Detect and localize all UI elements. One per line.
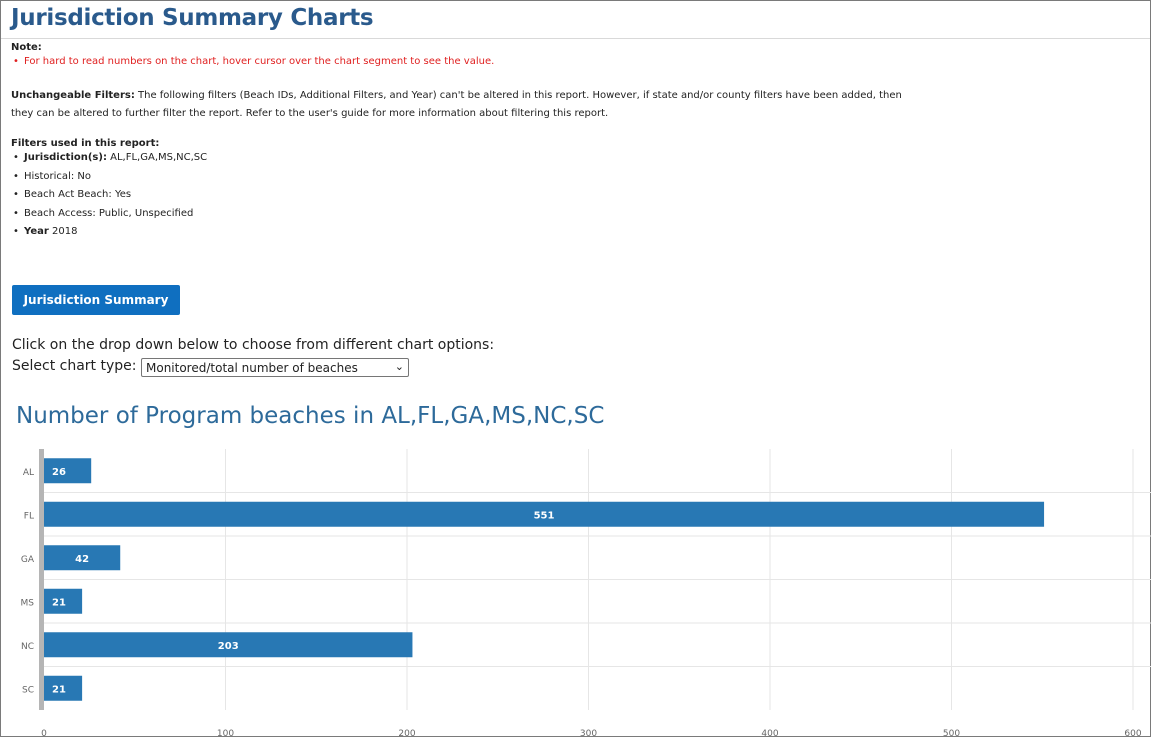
bar-value-label: 203 — [218, 641, 239, 652]
note-item: • For hard to read numbers on the chart, … — [13, 53, 494, 71]
bar-chart: 26AL551FL42GA21MS203NC21SC0 100 200 300 400 5… — [21, 449, 1151, 738]
filter-item: • Beach Access: Public, Unspecified — [13, 205, 207, 224]
unchangeable-filters-label: Unchangeable Filters: — [11, 90, 135, 101]
y-axis-line — [39, 449, 44, 710]
category-label: AL — [23, 468, 34, 478]
filter-value: AL,FL,GA,MS,NC,SC — [106, 152, 208, 163]
filter-label: Jurisdiction(s): — [24, 152, 107, 163]
bullet-icon: • — [13, 170, 19, 182]
filter-label: Year — [24, 226, 49, 237]
filter-value: Beach Act Beach: Yes — [24, 189, 132, 200]
bullet-icon: • — [13, 207, 19, 219]
bar-value-label: 26 — [52, 467, 66, 478]
chart-options-instructions: Click on the drop down below to choose f… — [12, 337, 495, 353]
filters-list: • Jurisdiction(s): AL,FL,GA,MS,NC,SC • His… — [13, 149, 207, 242]
page-title: Jurisdiction Summary Charts — [11, 5, 374, 31]
category-label: FL — [24, 511, 34, 521]
chevron-down-icon: ⌄ — [394, 360, 404, 373]
bullet-icon: • — [13, 226, 19, 237]
chart-title: Number of Program beaches in AL,FL,GA,MS… — [16, 403, 605, 429]
filter-item: • Year 2018 — [13, 223, 207, 242]
title-divider — [1, 38, 1150, 39]
filter-item: • Beach Act Beach: Yes — [13, 186, 207, 205]
bar-value-label: 551 — [534, 510, 555, 521]
note-text: For hard to read numbers on the chart, h… — [24, 56, 495, 67]
bar-value-label: 21 — [52, 597, 66, 608]
bullet-icon: • — [13, 189, 19, 200]
bullet-icon: • — [13, 152, 19, 163]
chart-type-selected-value: Monitored/total number of beaches — [146, 361, 358, 375]
filter-value: 2018 — [48, 226, 78, 237]
filter-item: • Jurisdiction(s): AL,FL,GA,MS,NC,SC — [13, 149, 207, 168]
category-label: NC — [21, 642, 34, 652]
filter-item: • Historical: No — [13, 168, 207, 187]
category-label: MS — [21, 598, 35, 608]
bullet-icon: • — [13, 56, 19, 67]
chart-type-label: Select chart type: — [12, 358, 137, 374]
category-label: SC — [22, 685, 34, 695]
chart-type-select[interactable]: Monitored/total number of beaches ⌄ — [141, 358, 409, 377]
unchangeable-filters-text: Unchangeable Filters: The following filt… — [11, 87, 911, 123]
category-label: GA — [21, 555, 35, 565]
jurisdiction-summary-button[interactable]: Jurisdiction Summary — [12, 285, 180, 315]
filter-value: Historical: No — [24, 170, 91, 182]
bar-value-label: 21 — [52, 684, 66, 695]
filter-value: Beach Access: Public, Unspecified — [24, 207, 194, 219]
unchangeable-filters-body: The following filters (Beach IDs, Additi… — [11, 90, 902, 119]
bar-value-label: 42 — [75, 554, 89, 565]
